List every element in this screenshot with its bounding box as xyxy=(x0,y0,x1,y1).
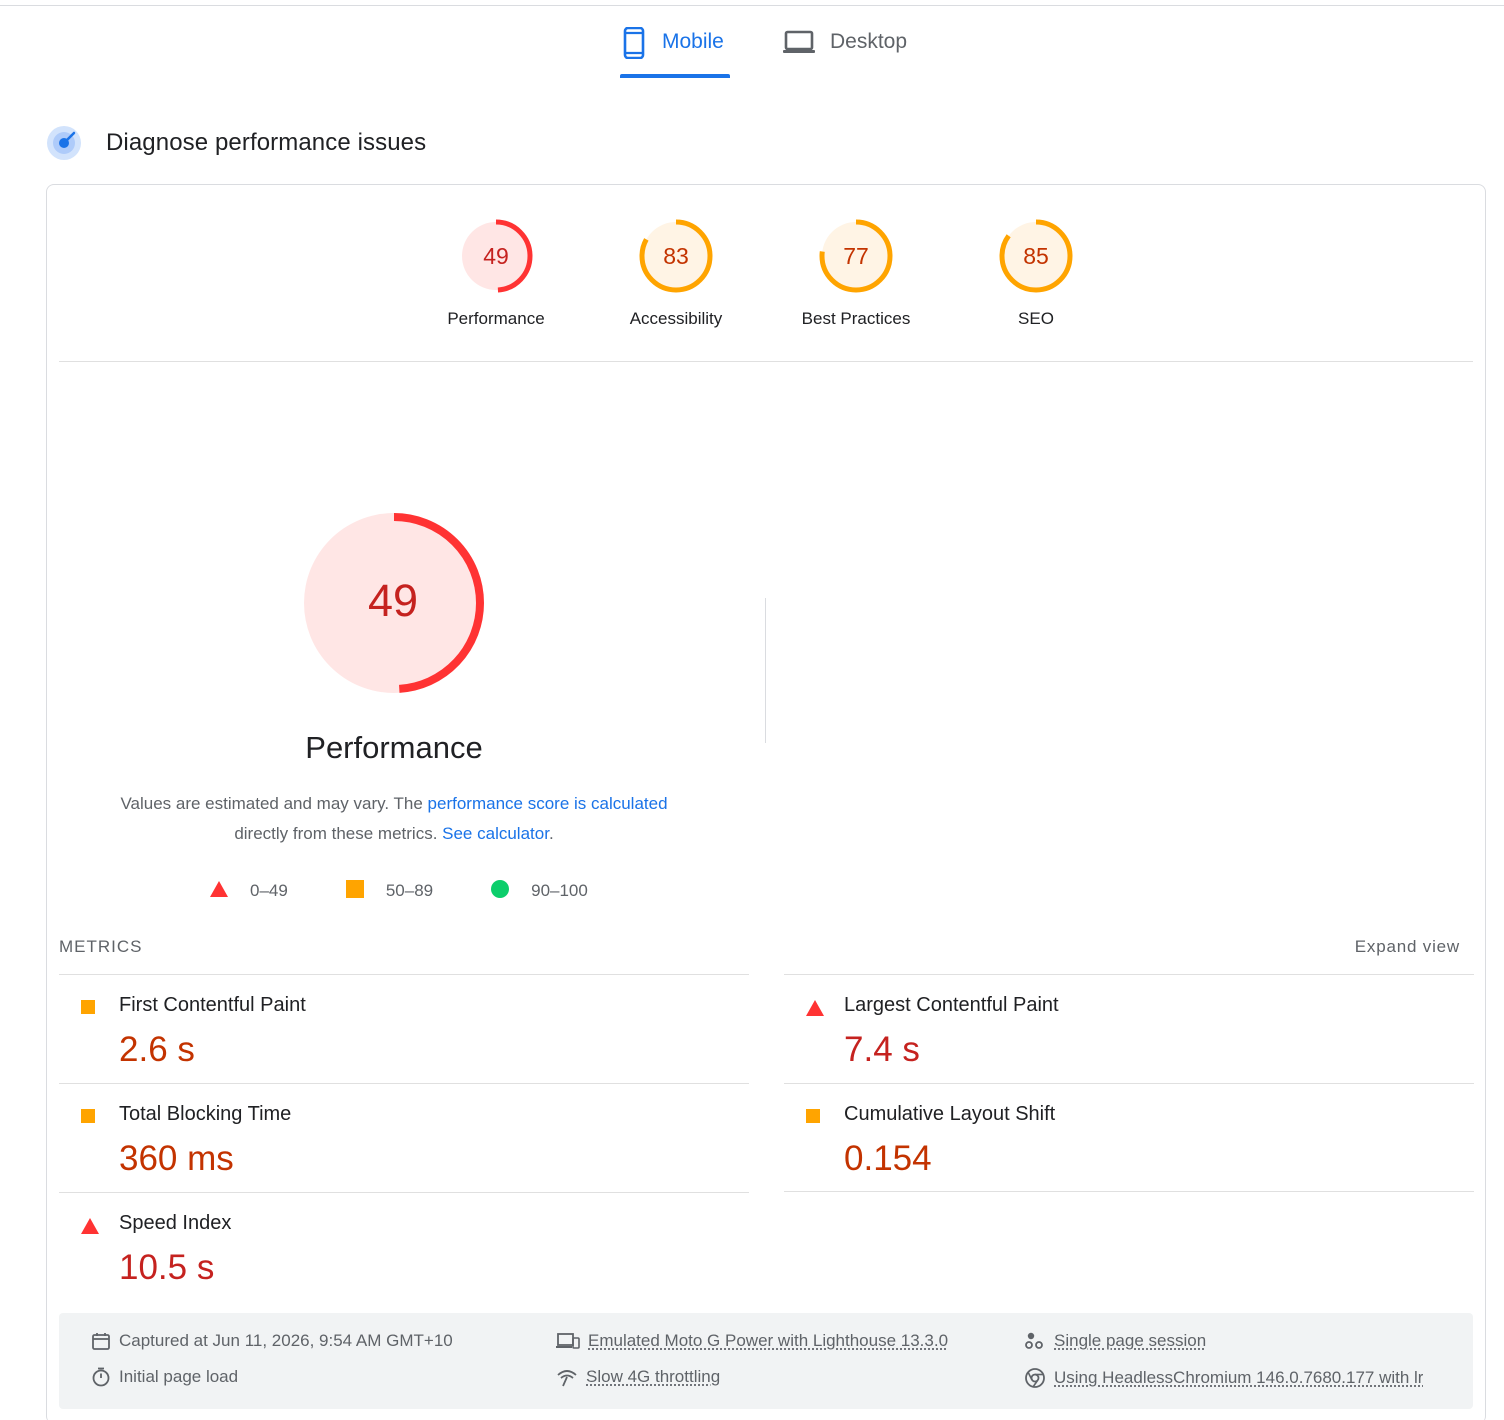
lighthouse-radar-icon xyxy=(46,125,82,161)
run-info-panel: Captured at Jun 11, 2026, 9:54 AM GMT+10… xyxy=(59,1313,1473,1409)
metric-value: 7.4 s xyxy=(844,1030,920,1070)
timer-icon xyxy=(91,1367,111,1387)
section-title: Diagnose performance issues xyxy=(106,129,426,157)
score-note-prefix: Values are estimated and may vary. The xyxy=(120,794,427,813)
network-throttling[interactable]: Slow 4G throttling xyxy=(556,1367,720,1387)
gauge-performance-score: 49 xyxy=(483,243,509,269)
orange-square-icon xyxy=(80,999,96,1020)
tab-mobile[interactable]: Mobile xyxy=(620,22,732,79)
legend-average: 50–89 xyxy=(344,879,433,904)
gauge-performance[interactable]: 49 Performance xyxy=(421,218,571,329)
device-tabs: Mobile Desktop xyxy=(0,22,1504,82)
metric-name: Total Blocking Time xyxy=(119,1103,291,1126)
red-triangle-icon xyxy=(80,1217,100,1240)
top-divider xyxy=(0,5,1504,6)
orange-square-icon xyxy=(805,1108,821,1129)
performance-title: Performance xyxy=(200,730,588,766)
browser-version[interactable]: Using HeadlessChromium 146.0.7680.177 wi… xyxy=(1024,1367,1423,1389)
metric-name: Cumulative Layout Shift xyxy=(844,1103,1055,1126)
gauge-seo-score: 85 xyxy=(1023,243,1049,269)
gauge-seo-ring: 85 xyxy=(998,218,1074,294)
browser-version-text: Using HeadlessChromium 146.0.7680.177 wi… xyxy=(1054,1368,1423,1388)
captured-at: Captured at Jun 11, 2026, 9:54 AM GMT+10 xyxy=(91,1331,453,1351)
gauge-accessibility-score: 83 xyxy=(663,243,689,269)
legend-fail: 0–49 xyxy=(208,879,288,904)
orange-square-icon xyxy=(80,1108,96,1129)
gauge-seo[interactable]: 85 SEO xyxy=(961,218,1111,329)
performance-gauge-ring: 49 xyxy=(300,512,490,702)
devices-icon xyxy=(556,1331,580,1351)
tab-desktop-label: Desktop xyxy=(830,27,907,57)
see-calculator-link[interactable]: See calculator xyxy=(442,824,549,843)
single-page-session[interactable]: Single page session xyxy=(1024,1331,1206,1351)
metric-speed-index: Speed Index 10.5 s xyxy=(59,1192,749,1301)
tab-mobile-label: Mobile xyxy=(662,27,724,57)
emulated-device-text: Emulated Moto G Power with Lighthouse 13… xyxy=(588,1331,948,1351)
metrics-title: METRICS xyxy=(59,937,143,957)
performance-score-large: 49 xyxy=(368,575,418,626)
legend-pass-label: 90–100 xyxy=(531,881,588,901)
score-note-middle: directly from these metrics. xyxy=(234,824,442,843)
emulated-device[interactable]: Emulated Moto G Power with Lighthouse 13… xyxy=(556,1331,948,1351)
vertical-divider xyxy=(765,598,766,743)
score-note-suffix: . xyxy=(549,824,554,843)
metric-first-contentful-paint: First Contentful Paint 2.6 s xyxy=(59,974,749,1083)
single-page-session-text: Single page session xyxy=(1054,1331,1206,1351)
metric-value: 2.6 s xyxy=(119,1030,195,1070)
metric-largest-contentful-paint: Largest Contentful Paint 7.4 s xyxy=(784,974,1474,1083)
chrome-icon xyxy=(1024,1367,1046,1389)
score-legend: 0–49 50–89 90–100 xyxy=(208,878,588,904)
red-triangle-icon xyxy=(805,999,825,1022)
gauge-best-practices-ring: 77 xyxy=(818,218,894,294)
green-circle-icon xyxy=(489,879,511,904)
metric-name: Largest Contentful Paint xyxy=(844,994,1059,1017)
gauge-seo-label: SEO xyxy=(961,309,1111,329)
gauge-accessibility-ring: 83 xyxy=(638,218,714,294)
tab-desktop[interactable]: Desktop xyxy=(782,22,922,79)
orange-square-icon xyxy=(344,879,366,904)
gauge-best-practices[interactable]: 77 Best Practices xyxy=(781,218,931,329)
score-calculated-link[interactable]: performance score is calculated xyxy=(428,794,668,813)
metrics-header: METRICS Expand view xyxy=(59,935,1473,961)
gauge-performance-label: Performance xyxy=(421,309,571,329)
initial-page-load: Initial page load xyxy=(91,1367,238,1387)
initial-page-load-text: Initial page load xyxy=(119,1367,238,1387)
gauge-best-practices-label: Best Practices xyxy=(781,309,931,329)
captured-at-text: Captured at Jun 11, 2026, 9:54 AM GMT+10 xyxy=(119,1331,453,1351)
metric-value: 10.5 s xyxy=(119,1248,214,1288)
signal-icon xyxy=(556,1367,578,1387)
gauge-accessibility[interactable]: 83 Accessibility xyxy=(601,218,751,329)
performance-gauge-large: 49 xyxy=(300,512,490,707)
gauge-performance-ring: 49 xyxy=(458,218,534,294)
active-tab-indicator xyxy=(620,74,730,78)
gauge-best-practices-score: 77 xyxy=(843,243,869,269)
metric-total-blocking-time: Total Blocking Time 360 ms xyxy=(59,1083,749,1192)
expand-view-button[interactable]: Expand view xyxy=(1355,937,1460,957)
category-gauges: 49 Performance 83 Accessibility 77 Best … xyxy=(0,218,1504,348)
gauge-accessibility-label: Accessibility xyxy=(601,309,751,329)
session-icon xyxy=(1024,1331,1046,1351)
section-header: Diagnose performance issues xyxy=(46,124,426,162)
metric-name: First Contentful Paint xyxy=(119,994,306,1017)
metric-name: Speed Index xyxy=(119,1212,231,1235)
metric-value: 0.154 xyxy=(844,1139,932,1179)
calendar-icon xyxy=(91,1331,111,1351)
laptop-icon xyxy=(782,27,816,57)
score-note: Values are estimated and may vary. The p… xyxy=(80,789,708,849)
metric-cumulative-layout-shift: Cumulative Layout Shift 0.154 xyxy=(784,1083,1474,1192)
gauges-divider xyxy=(59,361,1473,362)
legend-pass: 90–100 xyxy=(489,879,588,904)
legend-average-label: 50–89 xyxy=(386,881,433,901)
metric-value: 360 ms xyxy=(119,1139,234,1179)
network-throttling-text: Slow 4G throttling xyxy=(586,1367,720,1387)
smartphone-icon xyxy=(620,27,648,59)
legend-fail-label: 0–49 xyxy=(250,881,288,901)
red-triangle-icon xyxy=(208,879,230,904)
